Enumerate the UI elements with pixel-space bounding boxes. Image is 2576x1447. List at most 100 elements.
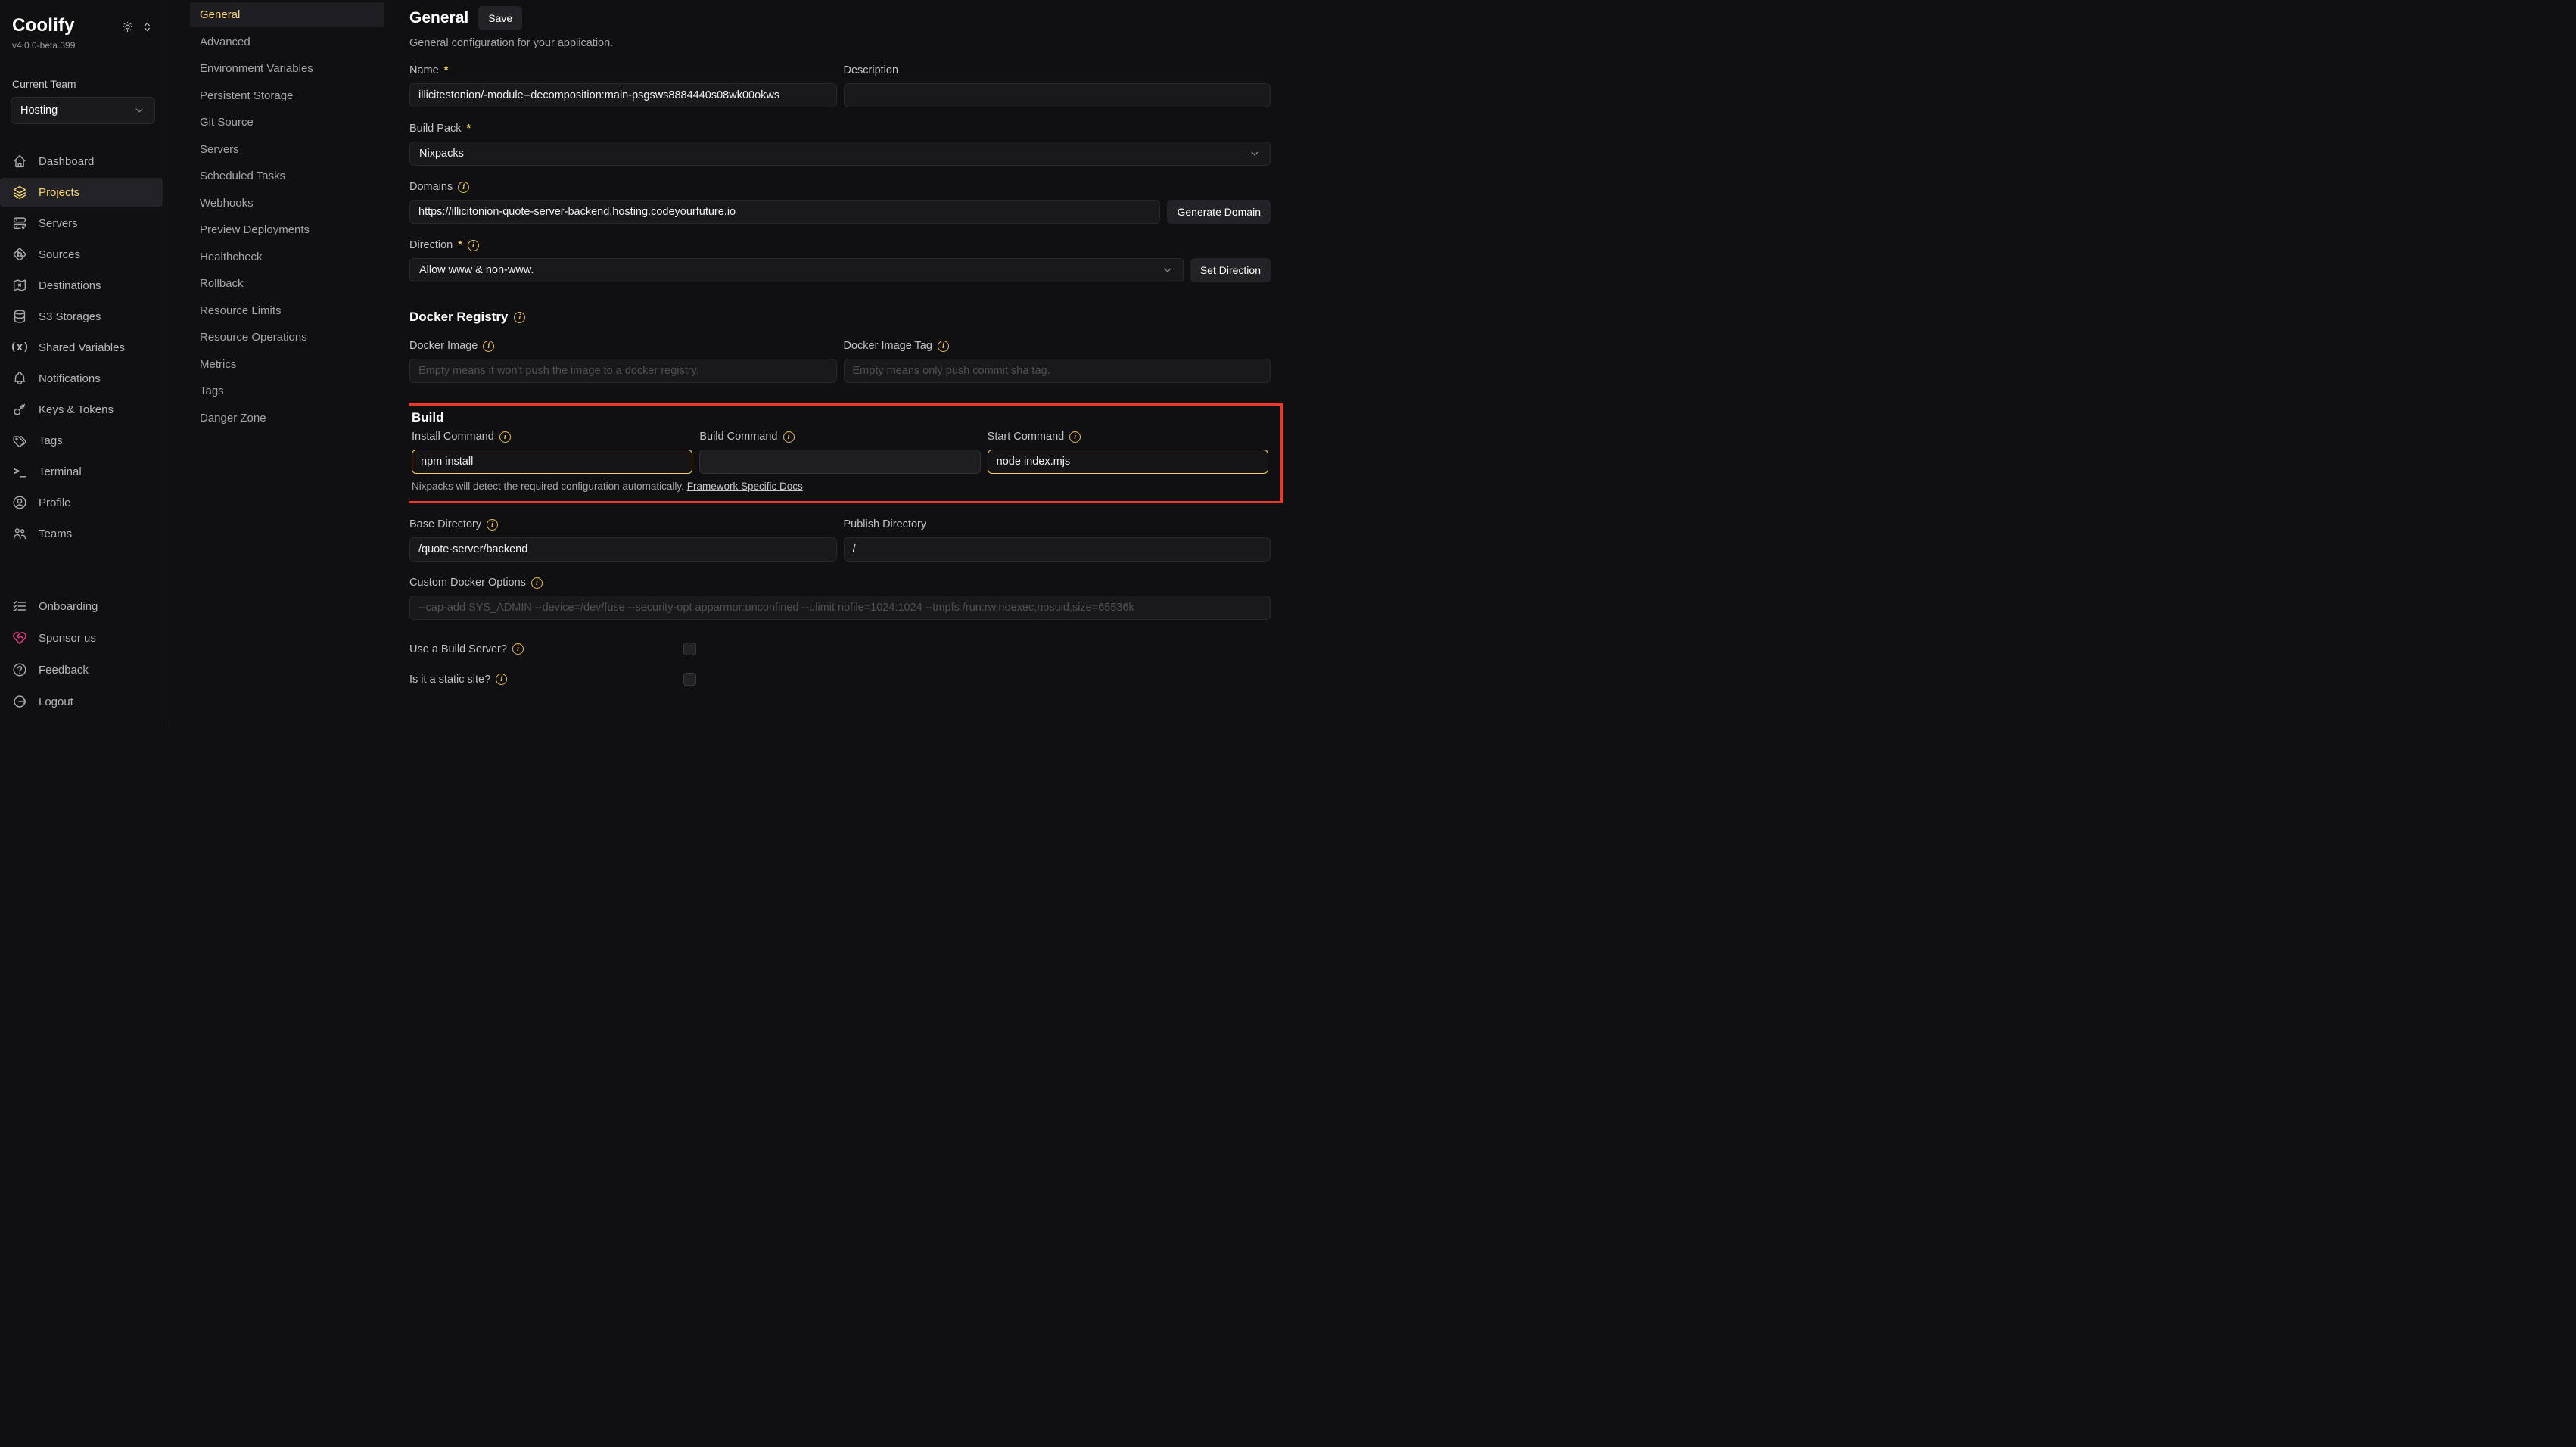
publish-directory-input[interactable] xyxy=(844,537,1271,562)
info-icon[interactable]: i xyxy=(499,431,511,443)
set-direction-button[interactable]: Set Direction xyxy=(1190,258,1271,282)
settings-nav: General Advanced Environment Variables P… xyxy=(166,0,409,724)
settings-tab-scheduled-tasks[interactable]: Scheduled Tasks xyxy=(190,163,384,188)
start-command-input[interactable] xyxy=(988,450,1268,474)
direction-label: Direction*i xyxy=(409,239,1271,251)
info-icon[interactable]: i xyxy=(531,577,543,589)
sidebar-item-label: Sources xyxy=(39,248,80,261)
settings-tab-servers[interactable]: Servers xyxy=(190,137,384,162)
bell-icon xyxy=(11,370,28,387)
app-version: v4.0.0-beta.399 xyxy=(12,40,154,51)
settings-tab-advanced[interactable]: Advanced xyxy=(190,30,384,54)
heart-handshake-icon xyxy=(11,630,28,646)
sidebar-item-projects[interactable]: Projects xyxy=(0,178,163,207)
tags-icon xyxy=(11,432,28,449)
use-build-server-checkbox[interactable] xyxy=(683,643,696,655)
info-icon[interactable]: i xyxy=(483,341,494,352)
sidebar-item-label: S3 Storages xyxy=(39,310,101,323)
settings-tab-environment-variables[interactable]: Environment Variables xyxy=(190,56,384,81)
info-icon[interactable]: i xyxy=(512,643,524,655)
team-select[interactable]: Hosting xyxy=(11,97,155,124)
generate-domain-button[interactable]: Generate Domain xyxy=(1167,200,1271,224)
framework-docs-link[interactable]: Framework Specific Docs xyxy=(687,481,803,492)
sidebar-item-dashboard[interactable]: Dashboard xyxy=(0,147,163,176)
sidebar-item-profile[interactable]: Profile xyxy=(0,488,163,517)
direction-select[interactable]: Allow www & non-www. xyxy=(409,258,1184,282)
settings-tab-general[interactable]: General xyxy=(190,2,384,27)
home-icon xyxy=(11,153,28,170)
sidebar-item-notifications[interactable]: Notifications xyxy=(0,364,163,393)
settings-tab-preview-deployments[interactable]: Preview Deployments xyxy=(190,217,384,242)
description-label: Description xyxy=(844,64,1271,76)
settings-tab-webhooks[interactable]: Webhooks xyxy=(190,191,384,216)
info-icon[interactable]: i xyxy=(1069,431,1081,443)
settings-tab-resource-operations[interactable]: Resource Operations xyxy=(190,325,384,350)
sidebar-item-tags[interactable]: Tags xyxy=(0,426,163,455)
name-label: Name* xyxy=(409,64,837,76)
sidebar-item-keys-tokens[interactable]: Keys & Tokens xyxy=(0,395,163,424)
theme-sun-icon[interactable] xyxy=(121,20,134,33)
settings-tab-healthcheck[interactable]: Healthcheck xyxy=(190,244,384,269)
domains-input[interactable] xyxy=(409,200,1160,224)
build-command-input[interactable] xyxy=(699,450,980,474)
required-asterisk: * xyxy=(444,64,449,76)
static-site-checkbox[interactable] xyxy=(683,673,696,686)
sidebar-item-onboarding[interactable]: Onboarding xyxy=(0,593,163,619)
start-command-label: Start Commandi xyxy=(988,431,1268,443)
info-icon[interactable]: i xyxy=(496,674,507,685)
static-site-label: Is it a static site?i xyxy=(409,674,683,686)
sidebar-item-shared-variables[interactable]: (x) Shared Variables xyxy=(0,333,163,362)
custom-docker-options-input[interactable] xyxy=(409,596,1271,620)
info-icon[interactable]: i xyxy=(783,431,795,443)
docker-image-tag-input[interactable] xyxy=(844,359,1271,383)
team-select-value: Hosting xyxy=(20,104,58,117)
description-input[interactable] xyxy=(844,83,1271,107)
settings-tab-rollback[interactable]: Rollback xyxy=(190,271,384,296)
sidebar-item-sources[interactable]: Sources xyxy=(0,240,163,269)
settings-tab-resource-limits[interactable]: Resource Limits xyxy=(190,298,384,323)
git-icon xyxy=(11,246,28,263)
sidebar-item-teams[interactable]: Teams xyxy=(0,519,163,548)
settings-tab-persistent-storage[interactable]: Persistent Storage xyxy=(190,83,384,108)
name-input[interactable] xyxy=(409,83,837,107)
info-icon[interactable]: i xyxy=(514,312,525,323)
info-icon[interactable]: i xyxy=(938,341,949,352)
required-asterisk: * xyxy=(458,239,462,251)
info-icon[interactable]: i xyxy=(458,182,469,193)
app-logo: Coolify xyxy=(12,15,75,36)
sidebar-item-destinations[interactable]: Destinations xyxy=(0,271,163,300)
map-icon xyxy=(11,277,28,294)
sidebar-item-label: Shared Variables xyxy=(39,341,125,354)
install-command-input[interactable] xyxy=(412,450,692,474)
base-directory-label: Base Directoryi xyxy=(409,518,837,531)
terminal-icon: >_ xyxy=(11,463,28,480)
docker-image-tag-label: Docker Image Tagi xyxy=(844,340,1271,352)
settings-tab-metrics[interactable]: Metrics xyxy=(190,352,384,377)
docker-image-input[interactable] xyxy=(409,359,837,383)
users-icon xyxy=(11,525,28,542)
server-icon xyxy=(11,215,28,232)
sidebar-item-s3-storages[interactable]: S3 Storages xyxy=(0,302,163,331)
theme-selector-icon[interactable] xyxy=(141,20,154,33)
chevron-down-icon xyxy=(1249,148,1261,160)
layers-icon xyxy=(11,184,28,201)
build-pack-select[interactable]: Nixpacks xyxy=(409,142,1271,166)
settings-tab-tags[interactable]: Tags xyxy=(190,378,384,403)
settings-tab-git-source[interactable]: Git Source xyxy=(190,110,384,135)
sidebar-item-logout[interactable]: Logout xyxy=(0,689,163,714)
base-directory-input[interactable] xyxy=(409,537,837,562)
settings-tab-danger-zone[interactable]: Danger Zone xyxy=(190,406,384,431)
page-subtitle: General configuration for your applicati… xyxy=(409,37,1271,49)
sidebar-item-servers[interactable]: Servers xyxy=(0,209,163,238)
sidebar-item-label: Logout xyxy=(39,695,73,708)
save-button[interactable]: Save xyxy=(478,6,522,30)
build-heading: Build xyxy=(412,410,1268,425)
sidebar-item-feedback[interactable]: Feedback xyxy=(0,657,163,683)
info-icon[interactable]: i xyxy=(487,519,498,531)
sidebar-item-label: Servers xyxy=(39,217,78,230)
general-settings-panel: General Save General configuration for y… xyxy=(409,0,1288,724)
sidebar-item-terminal[interactable]: >_ Terminal xyxy=(0,457,163,486)
sidebar-item-sponsor-us[interactable]: Sponsor us xyxy=(0,625,163,651)
info-icon[interactable]: i xyxy=(468,240,479,251)
publish-directory-label: Publish Directory xyxy=(844,518,1271,531)
